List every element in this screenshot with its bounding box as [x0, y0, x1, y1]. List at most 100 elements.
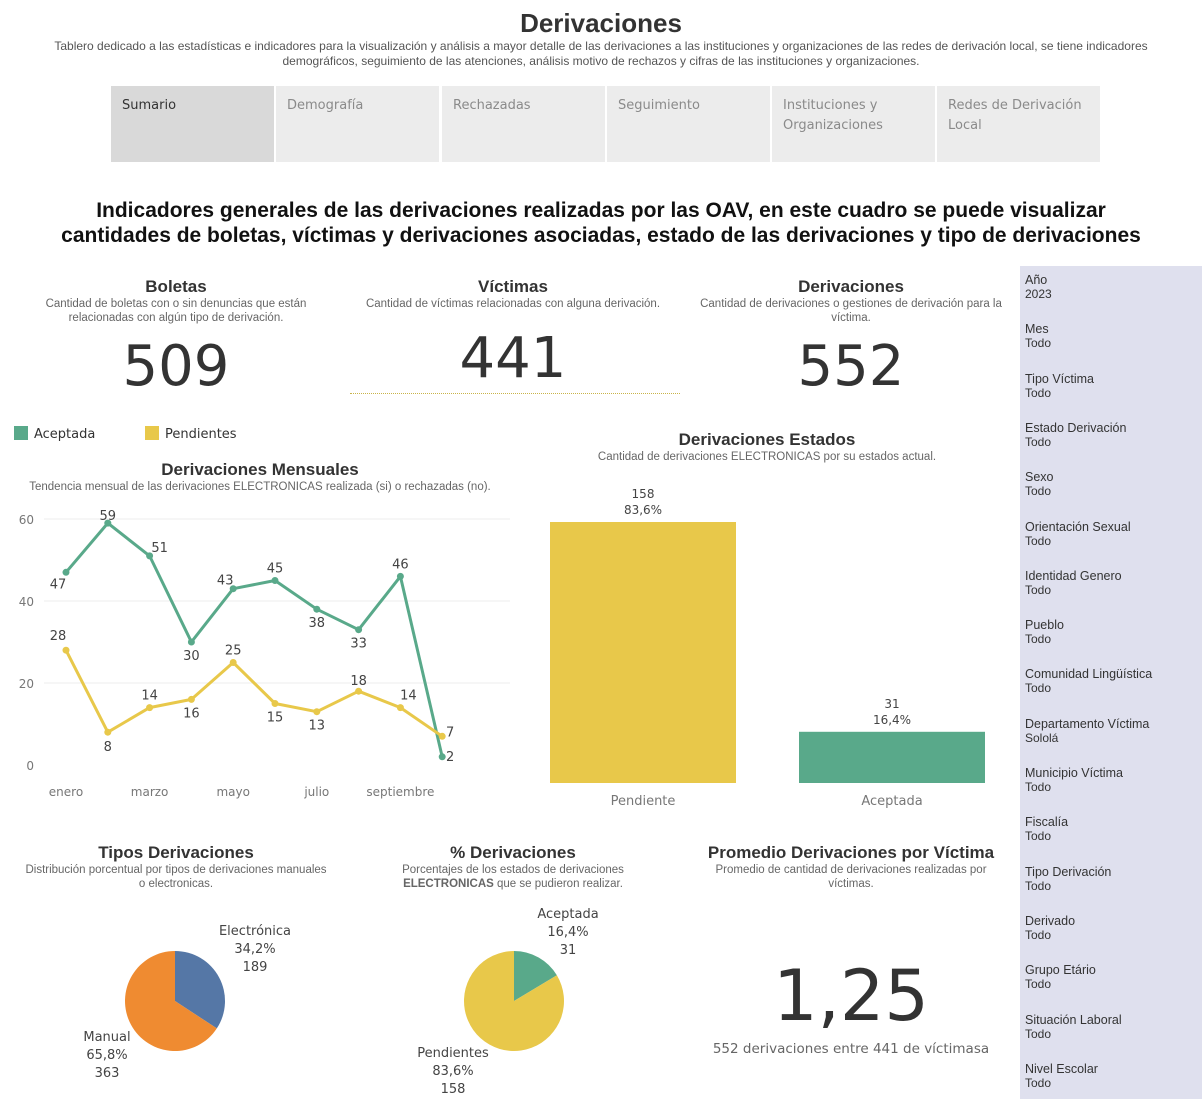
filter-label: Grupo Etário — [1025, 963, 1096, 978]
page-subtitle: Tablero dedicado a las estadísticas e in… — [0, 39, 1202, 69]
chart-subtitle: Porcentajes de los estados de derivacion… — [402, 864, 624, 876]
data-point — [313, 605, 321, 613]
page-title: Derivaciones — [520, 8, 682, 38]
data-label: 8 — [104, 740, 112, 755]
filter-fiscal-a[interactable]: Fiscalía Todo — [1025, 815, 1068, 843]
data-point — [438, 753, 446, 761]
filter-value: Todo — [1025, 336, 1052, 351]
filter-derivado[interactable]: Derivado Todo — [1025, 914, 1075, 942]
legend-label: Pendientes — [165, 427, 237, 442]
tab-demografia[interactable]: Demografía — [276, 86, 439, 162]
filter-label: Tipo Víctima — [1025, 371, 1095, 386]
porcentaje-chart-header: % Derivaciones Porcentajes de los estado… — [370, 843, 656, 891]
data-label: 13 — [309, 719, 326, 734]
page-subtitle-line1: Tablero dedicado a las estadísticas e in… — [54, 39, 1148, 53]
x-tick-label: Aceptada — [861, 794, 922, 809]
monthly-chart-header: Derivaciones Mensuales Tendencia mensual… — [10, 460, 510, 494]
filter-tipo-v-ctima[interactable]: Tipo Víctima Todo — [1025, 372, 1094, 400]
filter-departamento-v-ctima[interactable]: Departamento Víctima Sololá — [1025, 717, 1149, 745]
tab-seguimiento[interactable]: Seguimiento — [607, 86, 770, 162]
tab-redes-derivacion[interactable]: Redes de Derivación Local — [937, 86, 1100, 162]
filter-pueblo[interactable]: Pueblo Todo — [1025, 618, 1064, 646]
tab-instituciones[interactable]: Instituciones y Organizaciones — [772, 86, 935, 162]
data-label: 14 — [400, 689, 417, 704]
filter-comunidad-ling-stica[interactable]: Comunidad Lingüística Todo — [1025, 667, 1152, 695]
chart-title: Derivaciones Estados — [678, 430, 856, 449]
filter-value: Todo — [1025, 1075, 1052, 1090]
filter-a-o[interactable]: Año 2023 — [1025, 273, 1052, 301]
data-label: 7 — [446, 725, 454, 740]
filter-value: Todo — [1025, 434, 1052, 449]
y-tick-label: 20 — [19, 677, 34, 691]
legend-swatch-yellow — [145, 426, 159, 440]
filter-value: Todo — [1025, 829, 1052, 844]
bar-percent-label: 16,4% — [873, 713, 911, 727]
tipos-chart-header: Tipos Derivaciones Distribución porcentu… — [10, 843, 342, 891]
filter-panel: Año 2023 Mes Todo Tipo Víctima Todo Estado Der… — [1020, 266, 1202, 1099]
filter-grupo-et-rio[interactable]: Grupo Etário Todo — [1025, 963, 1096, 991]
filter-identidad-genero[interactable]: Identidad Genero Todo — [1025, 569, 1122, 597]
tab-sumario[interactable]: Sumario — [111, 86, 274, 162]
filter-orientaci-n-sexual[interactable]: Orientación Sexual Todo — [1025, 520, 1131, 548]
data-label: 46 — [392, 557, 409, 572]
promedio-value: 1,25 — [773, 955, 929, 1037]
tab-label: Redes de Derivación — [948, 98, 1082, 113]
data-label: 33 — [350, 637, 367, 652]
section-heading: Indicadores generales de las derivacione… — [0, 198, 1202, 248]
legend-item-pendientes[interactable]: Pendientes — [145, 426, 237, 442]
data-point — [396, 572, 404, 580]
filter-situaci-n-laboral[interactable]: Situación Laboral Todo — [1025, 1013, 1122, 1041]
chart-subtitle: Promedio de cantidad de derivaciones rea… — [715, 864, 987, 876]
promedio-header: Promedio Derivaciones por Víctima Promed… — [700, 843, 1002, 891]
filter-label: Municipio Víctima — [1025, 766, 1123, 780]
kpi-subtitle-2: relacionadas con algún tipo de derivació… — [68, 312, 284, 324]
data-label: 43 — [217, 574, 234, 589]
data-label: 14 — [141, 689, 158, 704]
kpi-derivaciones: Derivaciones Cantidad de derivaciones o … — [690, 277, 1012, 325]
filter-tipo-derivaci-n[interactable]: Tipo Derivación Todo — [1025, 865, 1111, 893]
chart-subtitle-2: ELECTRONICAS que se pudieron realizar. — [370, 877, 656, 891]
filter-label: Derivado — [1025, 913, 1076, 928]
data-label: 16 — [183, 706, 200, 721]
kpi-value-victimas: 441 — [459, 326, 567, 391]
filter-mes[interactable]: Mes Todo — [1025, 322, 1051, 350]
filter-value: Todo — [1025, 484, 1052, 499]
chart-subtitle-bold: ELECTRONICAS — [403, 878, 494, 890]
kpi-victimas: Víctimas Cantidad de víctimas relacionad… — [350, 277, 676, 311]
filter-nivel-escolar[interactable]: Nivel Escolar Todo — [1025, 1062, 1098, 1090]
legend-item-aceptada[interactable]: Aceptada — [14, 426, 95, 442]
data-point — [271, 700, 279, 707]
data-point — [187, 695, 195, 703]
tab-label: Instituciones y — [783, 98, 878, 113]
kpi-title: Derivaciones — [798, 277, 904, 296]
filter-estado-derivaci-n[interactable]: Estado Derivación Todo — [1025, 421, 1126, 449]
filter-label: Identidad Genero — [1025, 568, 1122, 583]
pie-label: Aceptada — [537, 907, 598, 922]
filter-sexo[interactable]: Sexo Todo — [1025, 470, 1054, 498]
chart-title: Promedio Derivaciones por Víctima — [707, 843, 995, 862]
filter-value: Todo — [1025, 385, 1052, 400]
tab-rechazadas[interactable]: Rechazadas — [442, 86, 605, 162]
data-point — [396, 704, 404, 712]
line-series-aceptada — [64, 521, 444, 758]
x-tick-label: mayo — [216, 785, 250, 799]
filter-label: Departamento Víctima — [1025, 716, 1150, 731]
y-tick-label: 0 — [26, 759, 34, 773]
data-point — [187, 638, 195, 646]
tipos-pie-chart: Electrónica 34,2% 189 Manual 65,8% 363 — [83, 924, 291, 1081]
filter-value: Todo — [1025, 533, 1052, 548]
kpi-subtitle: Cantidad de derivaciones o gestiones de … — [700, 298, 1002, 310]
chart-subtitle-2: o electronicas. — [138, 878, 214, 890]
filter-value: Todo — [1025, 632, 1052, 647]
data-label: 2 — [446, 750, 454, 765]
data-label: 28 — [50, 629, 67, 644]
data-point — [146, 704, 154, 712]
pie-value-label: 31 — [560, 943, 577, 958]
filter-municipio-v-ctima[interactable]: Municipio Víctima Todo — [1025, 766, 1123, 794]
porcentaje-pie-chart: Aceptada 16,4% 31 Pendientes 83,6% 158 — [417, 907, 598, 1097]
data-point — [62, 568, 70, 576]
kpi-boletas: Boletas Cantidad de boletas con o sin de… — [20, 277, 332, 325]
filter-label: Año — [1025, 273, 1048, 287]
bar-aceptada — [799, 731, 985, 783]
data-label: 30 — [183, 649, 200, 664]
